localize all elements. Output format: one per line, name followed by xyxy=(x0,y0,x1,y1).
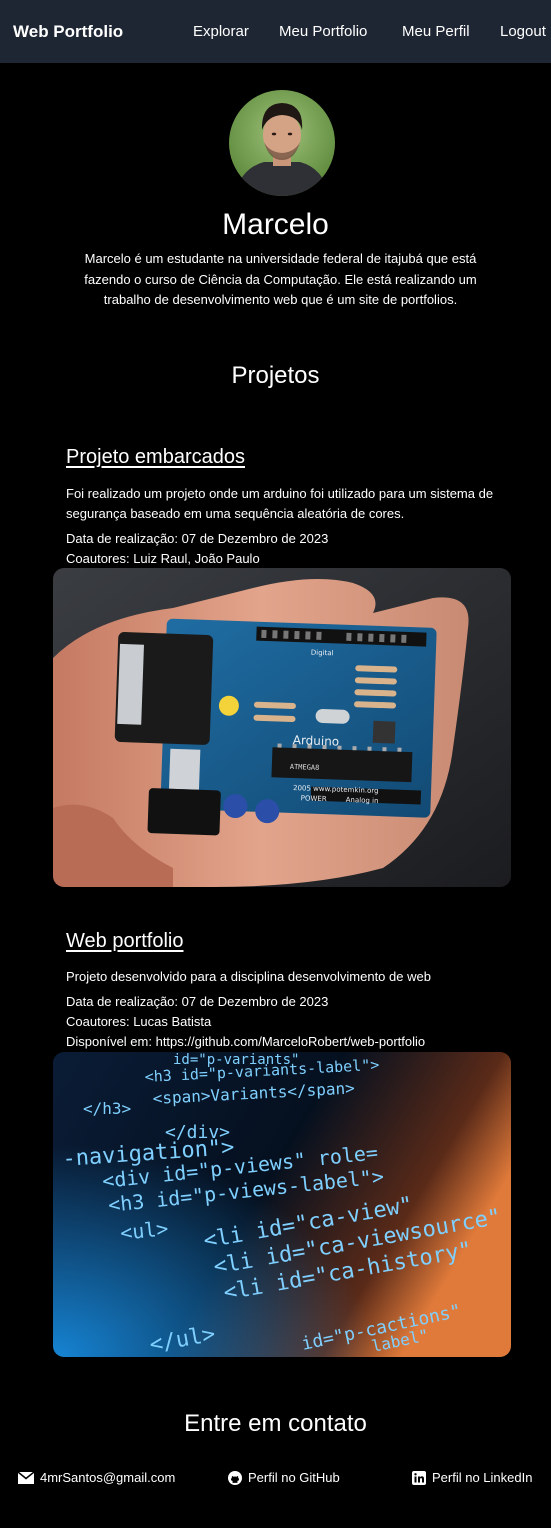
contact-title: Entre em contato xyxy=(184,1410,367,1437)
code-screen-photo-icon: id="p-variants" <h3 id="p-variants-label… xyxy=(53,1052,511,1357)
arduino-board-photo-icon: Arduino ATMEGA8 2005 www.potemkin.org An… xyxy=(53,568,511,887)
board-analog-text: Analog in xyxy=(346,796,379,805)
contact-linkedin-text: Perfil no LinkedIn xyxy=(432,1470,533,1485)
project-date: Data de realização: 07 de Dezembro de 20… xyxy=(66,994,329,1009)
code-line: <ul> xyxy=(119,1216,169,1245)
project-description: Projeto desenvolvido para a disciplina d… xyxy=(66,969,431,984)
github-icon xyxy=(228,1470,242,1485)
brand-link[interactable]: Web Portfolio xyxy=(13,22,123,42)
board-brand-text: Arduino xyxy=(293,733,340,749)
nav-meu-perfil[interactable]: Meu Perfil xyxy=(402,23,470,40)
nav-logout[interactable]: Logout xyxy=(500,23,546,40)
nav-explorar[interactable]: Explorar xyxy=(193,23,249,40)
profile-bio: Marcelo é um estudante na universidade f… xyxy=(84,251,477,307)
project-title-link[interactable]: Projeto embarcados xyxy=(66,446,245,469)
avatar xyxy=(229,90,335,196)
project-coauthors: Coautores: Lucas Batista xyxy=(66,1014,212,1029)
linkedin-icon xyxy=(412,1470,426,1485)
project-repo-link[interactable]: Disponível em: https://github.com/Marcel… xyxy=(66,1034,425,1049)
project-title-link[interactable]: Web portfolio xyxy=(66,930,183,953)
project-coauthors: Coautores: Luiz Raul, João Paulo xyxy=(66,551,260,566)
projects-title: Projetos xyxy=(231,362,320,389)
profile-name: Marcelo xyxy=(222,208,329,241)
contact-github-text: Perfil no GitHub xyxy=(248,1470,340,1485)
mail-icon xyxy=(18,1471,34,1484)
nav-meu-portfolio[interactable]: Meu Portfolio xyxy=(279,23,367,40)
project-description: Foi realizado um projeto onde um arduino… xyxy=(66,486,494,521)
project-date: Data de realização: 07 de Dezembro de 20… xyxy=(66,531,329,546)
board-power-text: POWER xyxy=(301,794,327,803)
contact-github-link[interactable]: Perfil no GitHub xyxy=(228,1470,340,1485)
board-digital-text: Digital xyxy=(311,649,334,658)
contact-email-text: 4mrSantos@gmail.com xyxy=(40,1470,176,1485)
contact-email-link[interactable]: 4mrSantos@gmail.com xyxy=(18,1470,175,1485)
code-line: </h3> xyxy=(83,1099,131,1118)
contact-linkedin-link[interactable]: Perfil no LinkedIn xyxy=(412,1470,532,1485)
board-chip-text: ATMEGA8 xyxy=(290,763,320,772)
navbar: Web Portfolio Explorar Meu Portfolio Meu… xyxy=(0,0,551,63)
